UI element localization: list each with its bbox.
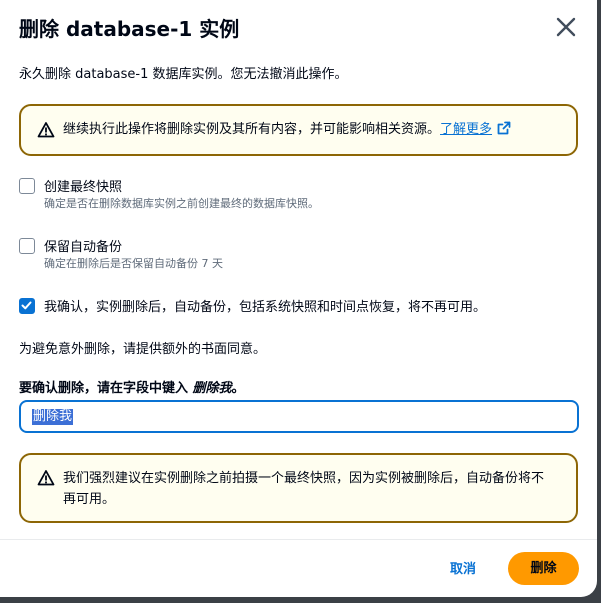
acknowledge-checkbox[interactable] xyxy=(19,298,35,314)
retain-backups-label[interactable]: 保留自动备份 xyxy=(44,236,122,255)
cancel-button[interactable]: 取消 xyxy=(440,556,486,584)
close-icon xyxy=(556,17,576,37)
checkmark-icon xyxy=(21,301,32,310)
retain-backups-checkbox[interactable] xyxy=(19,238,35,254)
final-snapshot-checkbox[interactable] xyxy=(19,178,35,194)
dialog-title: 删除 database-1 实例 xyxy=(19,17,240,41)
confirm-keyword: 删除我 xyxy=(192,381,232,396)
acknowledge-label[interactable]: 我确认，实例删除后，自动备份，包括系统快照和时间点恢复，将不再可用。 xyxy=(44,296,486,315)
final-snapshot-description: 确定是否在删除数据库实例之前创建最终的数据库快照。 xyxy=(44,197,319,210)
confirm-delete-input[interactable]: 删除我 xyxy=(19,400,579,433)
final-snapshot-label[interactable]: 创建最终快照 xyxy=(44,176,122,195)
warning-alert: 继续执行此操作将删除实例及其所有内容，并可能影响相关资源。了解更多 xyxy=(19,104,578,156)
external-link-icon[interactable] xyxy=(497,121,511,135)
learn-more-link[interactable]: 了解更多 xyxy=(440,122,492,137)
confirm-input-value[interactable]: 删除我 xyxy=(32,409,74,425)
confirm-label: 要确认删除，请在字段中键入 删除我。 xyxy=(19,381,245,396)
footer-divider xyxy=(0,539,597,540)
delete-instance-dialog: 删除 database-1 实例 永久删除 database-1 数据库实例。您… xyxy=(0,0,597,597)
dialog-description: 永久删除 database-1 数据库实例。您无法撤消此操作。 xyxy=(19,67,348,82)
snapshot-warning-alert: 我们强烈建议在实例删除之前拍摄一个最终快照，因为实例被删除后，自动备份将不再可用… xyxy=(19,453,578,523)
written-consent-hint: 为避免意外删除，请提供额外的书面同意。 xyxy=(19,342,267,357)
dialog-header: 删除 database-1 实例 xyxy=(0,0,597,52)
warning-icon xyxy=(37,470,55,486)
delete-button[interactable]: 删除 xyxy=(508,552,579,585)
close-button[interactable] xyxy=(553,14,579,40)
warning-icon xyxy=(37,122,55,138)
snapshot-warning-text: 我们强烈建议在实例删除之前拍摄一个最终快照，因为实例被删除后，自动备份将不再可用… xyxy=(63,471,545,507)
retain-backups-description: 确定在删除后是否保留自动备份 7 天 xyxy=(44,257,223,270)
warning-alert-text: 继续执行此操作将删除实例及其所有内容，并可能影响相关资源。 xyxy=(63,122,441,137)
